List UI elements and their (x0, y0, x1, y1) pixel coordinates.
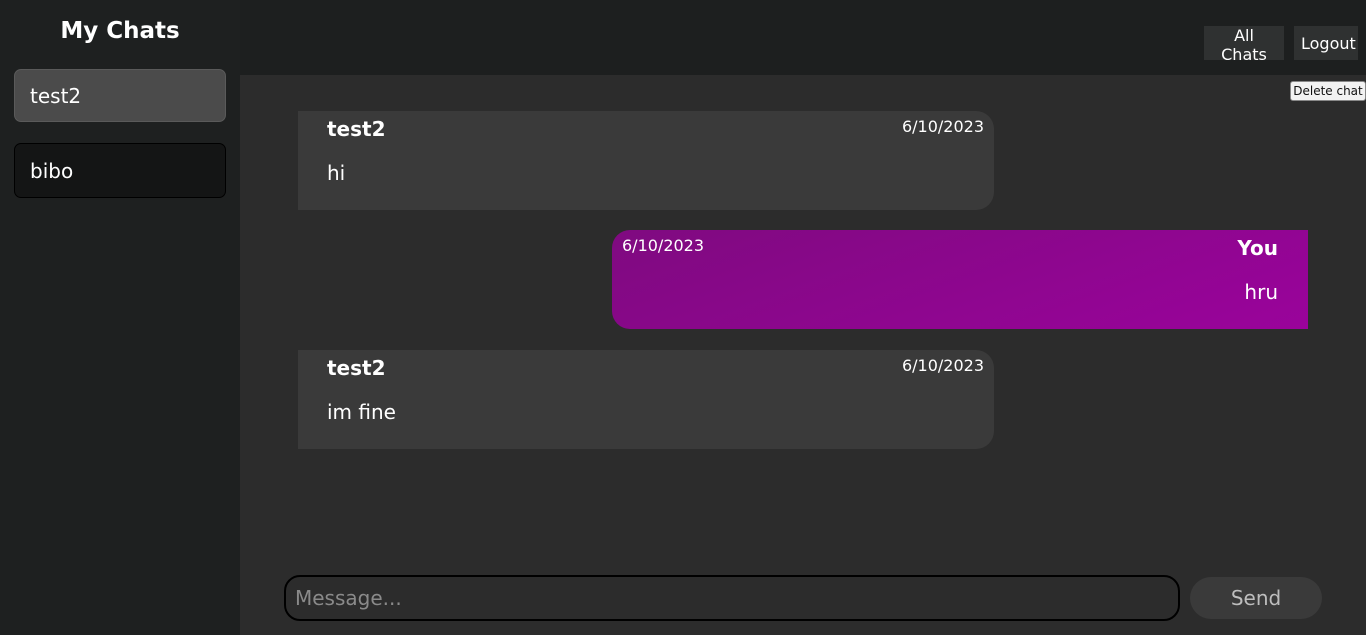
message-date: 6/10/2023 (622, 236, 705, 255)
message-input[interactable] (284, 575, 1180, 621)
all-chats-button[interactable]: All Chats (1204, 26, 1284, 64)
message-date: 6/10/2023 (901, 356, 984, 375)
logout-button[interactable]: Logout (1294, 26, 1358, 60)
message-sender: test2 (327, 356, 386, 380)
chat-app: My Chats test2 bibo All Chats Logout tes… (0, 0, 1366, 635)
message-date: 6/10/2023 (901, 117, 984, 136)
chat-list-item-bibo[interactable]: bibo (14, 143, 226, 198)
chat-list: test2 bibo (14, 69, 226, 198)
chat-list-item-test2[interactable]: test2 (14, 69, 226, 122)
send-button[interactable]: Send (1190, 577, 1322, 619)
chat-panel: test2 6/10/2023 hi 6/10/2023 You hru tes… (240, 75, 1366, 635)
chat-list-item-label: test2 (30, 83, 82, 108)
delete-chat-button[interactable]: Delete chat (1290, 81, 1366, 101)
message-bubble: test2 6/10/2023 hi (298, 111, 994, 210)
message-text: hru (1244, 280, 1278, 304)
message-text: im fine (327, 400, 396, 424)
chat-list-item-label: bibo (30, 158, 74, 183)
message-sender: You (1237, 236, 1278, 260)
own-message-bubble: 6/10/2023 You hru (612, 230, 1308, 329)
message-bubble: test2 6/10/2023 im fine (298, 350, 994, 449)
sidebar-title: My Chats (60, 18, 180, 44)
message-sender: test2 (327, 117, 386, 141)
message-text: hi (327, 161, 346, 185)
sidebar: My Chats test2 bibo (0, 0, 240, 635)
